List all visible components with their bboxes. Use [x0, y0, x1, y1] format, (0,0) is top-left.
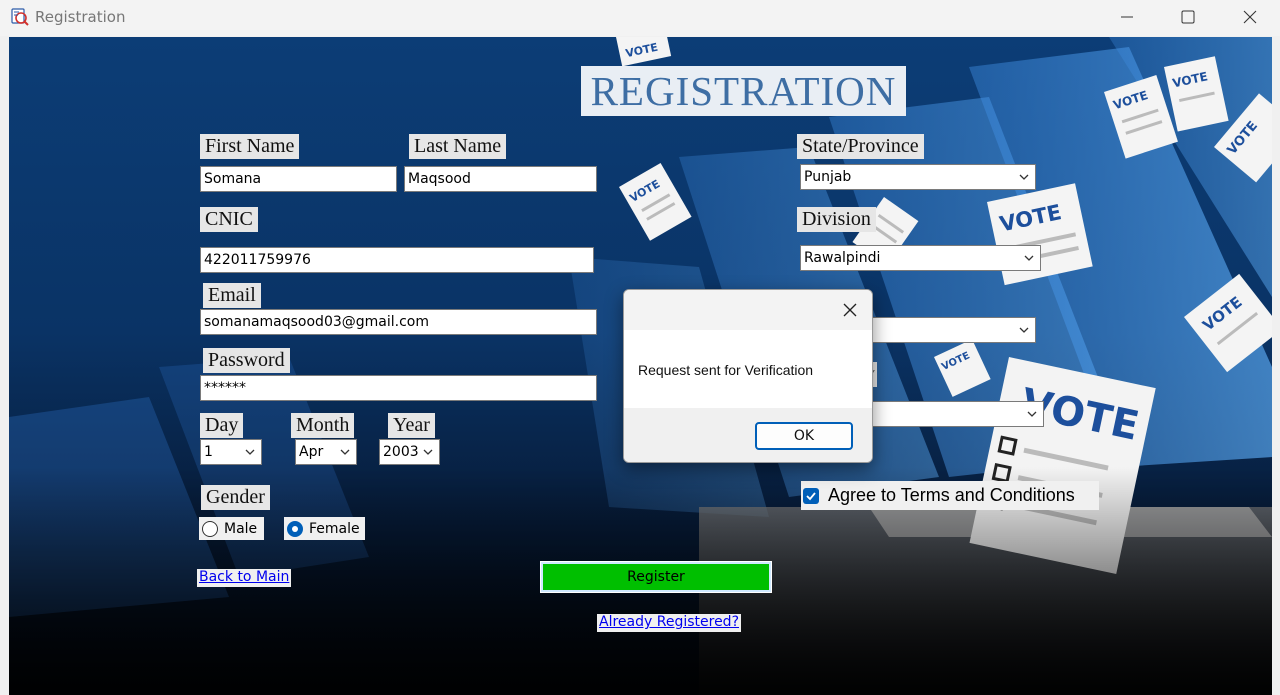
day-value: 1	[204, 444, 213, 460]
chevron-down-icon	[1019, 174, 1029, 180]
month-label: Month	[291, 413, 355, 438]
gender-male-radio[interactable]: Male	[199, 517, 264, 540]
state-province-label: State/Province	[797, 134, 924, 159]
day-select[interactable]: 1	[200, 439, 262, 465]
first-name-field[interactable]: Somana	[200, 166, 397, 192]
dialog-message: Request sent for Verification	[638, 362, 814, 378]
division-label: Division	[797, 207, 876, 232]
dialog-close-button[interactable]	[838, 298, 862, 322]
cnic-field[interactable]: 422011759976	[200, 247, 594, 273]
title-bar: Registration	[0, 0, 1280, 36]
dialog-footer: OK	[624, 408, 872, 462]
gender-label: Gender	[201, 485, 270, 510]
maximize-button[interactable]	[1158, 0, 1218, 34]
agree-terms-checkbox[interactable]: Agree to Terms and Conditions	[801, 481, 1099, 510]
page-title: REGISTRATION	[581, 66, 906, 116]
password-field[interactable]: ******	[200, 375, 597, 401]
close-button[interactable]	[1220, 0, 1280, 34]
ok-button[interactable]: OK	[755, 422, 853, 450]
checkbox-checked-icon	[803, 487, 819, 504]
message-dialog: Request sent for Verification OK	[623, 289, 873, 463]
gender-male-label: Male	[224, 520, 258, 537]
month-value: Apr	[299, 444, 324, 460]
chevron-down-icon	[1019, 327, 1029, 333]
state-province-select[interactable]: Punjab	[800, 164, 1036, 190]
first-name-label: First Name	[200, 134, 300, 159]
gender-female-radio[interactable]: Female	[284, 517, 365, 540]
chevron-down-icon	[245, 449, 255, 455]
year-label: Year	[388, 413, 435, 438]
chevron-down-icon	[423, 449, 433, 455]
radio-unchecked-icon	[202, 520, 218, 537]
minimize-icon	[1121, 16, 1133, 18]
division-value: Rawalpindi	[804, 250, 881, 266]
app-icon	[11, 8, 29, 26]
last-name-label: Last Name	[409, 134, 507, 159]
last-name-field[interactable]: Maqsood	[404, 166, 597, 192]
password-label: Password	[203, 348, 290, 373]
day-label: Day	[200, 413, 244, 438]
state-province-value: Punjab	[804, 169, 852, 185]
email-label: Email	[203, 283, 261, 308]
window-title: Registration	[35, 8, 126, 26]
maximize-icon	[1181, 10, 1195, 24]
dialog-title-bar	[624, 290, 872, 330]
back-to-main-link[interactable]: Back to Main	[197, 569, 292, 587]
division-select[interactable]: Rawalpindi	[800, 245, 1041, 271]
year-value: 2003	[383, 444, 419, 460]
close-icon	[1243, 10, 1257, 24]
radio-checked-icon	[287, 520, 303, 537]
chevron-down-icon	[340, 449, 350, 455]
close-icon	[843, 303, 857, 317]
year-select[interactable]: 2003	[379, 439, 440, 465]
minimize-button[interactable]	[1097, 0, 1157, 34]
register-button[interactable]: Register	[540, 561, 772, 593]
chevron-down-icon	[1024, 255, 1034, 261]
already-registered-link[interactable]: Already Registered?	[597, 614, 741, 632]
gender-female-label: Female	[309, 520, 360, 537]
email-field[interactable]: somanamaqsood03@gmail.com	[200, 309, 597, 335]
chevron-down-icon	[1027, 411, 1037, 417]
cnic-label: CNIC	[200, 207, 258, 232]
agree-terms-label: Agree to Terms and Conditions	[828, 485, 1075, 505]
month-select[interactable]: Apr	[295, 439, 357, 465]
